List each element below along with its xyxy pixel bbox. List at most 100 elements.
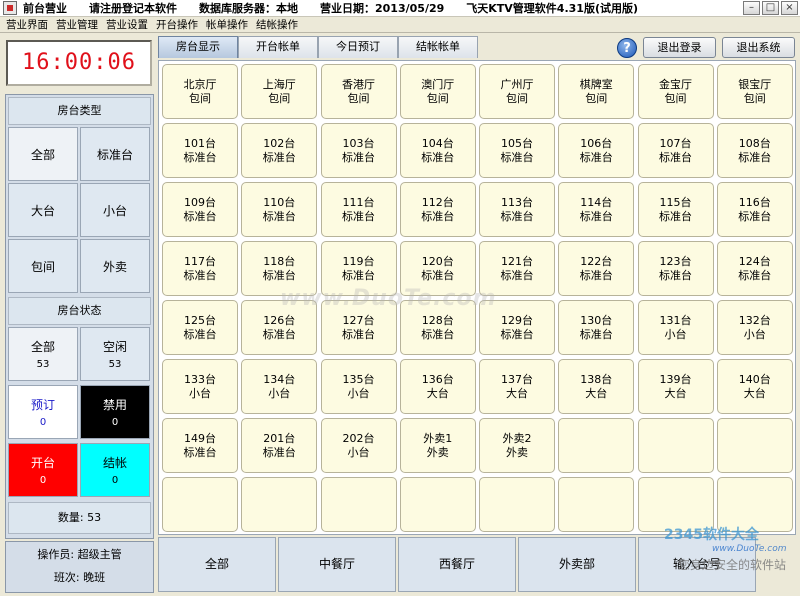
room-cell[interactable]: 102台 标准台	[241, 123, 318, 178]
room-cell[interactable]: 银宝厅 包间	[716, 64, 793, 119]
room-cell[interactable]: 104台 标准台	[399, 123, 476, 178]
enter-table-number-button[interactable]: 输入台号	[638, 537, 756, 592]
status-free-button[interactable]: 空闲 53	[80, 327, 150, 381]
room-cell[interactable]: 117台 标准台	[162, 241, 238, 296]
room-cell[interactable]: 118台 标准台	[241, 241, 318, 296]
menu-item-open-table[interactable]: 开台操作	[156, 17, 198, 32]
empty-room-cell[interactable]	[241, 477, 318, 532]
room-cell[interactable]: 121台 标准台	[479, 241, 555, 296]
empty-room-cell[interactable]	[558, 477, 635, 532]
minimize-icon[interactable]: –	[743, 1, 760, 15]
exit-button[interactable]: 退出系统	[722, 37, 795, 58]
tab-today-reservations[interactable]: 今日预订	[318, 36, 398, 58]
room-cell[interactable]: 107台 标准台	[637, 123, 714, 178]
tab-open-bills[interactable]: 开台帐单	[238, 36, 318, 58]
room-cell[interactable]: 112台 标准台	[399, 182, 476, 237]
room-cell[interactable]: 139台 大台	[637, 359, 714, 414]
title-mode: 前台营业	[23, 2, 67, 15]
menu-item-checkout[interactable]: 结帐操作	[256, 17, 298, 32]
empty-room-cell[interactable]	[320, 477, 397, 532]
room-cell[interactable]: 140台 大台	[716, 359, 793, 414]
room-type: 标准台	[262, 150, 296, 164]
room-type-private-button[interactable]: 包间	[8, 239, 78, 293]
empty-room-cell[interactable]	[558, 418, 635, 473]
room-cell[interactable]: 132台 小台	[716, 300, 793, 355]
room-cell[interactable]: 116台 标准台	[716, 182, 793, 237]
room-cell[interactable]: 122台 标准台	[558, 241, 635, 296]
tab-closed-bills[interactable]: 结帐帐单	[398, 36, 478, 58]
room-cell[interactable]: 103台 标准台	[320, 123, 397, 178]
room-cell[interactable]: 广州厅 包间	[479, 64, 555, 119]
room-cell[interactable]: 126台 标准台	[241, 300, 318, 355]
empty-room-cell[interactable]	[716, 477, 793, 532]
room-type-takeout-button[interactable]: 外卖	[80, 239, 150, 293]
empty-room-cell[interactable]	[716, 418, 793, 473]
empty-room-cell[interactable]	[399, 477, 476, 532]
room-type-small-button[interactable]: 小台	[80, 183, 150, 237]
room-cell[interactable]: 115台 标准台	[637, 182, 714, 237]
status-disabled-button[interactable]: 禁用 0	[80, 385, 150, 439]
room-cell[interactable]: 129台 标准台	[479, 300, 555, 355]
room-cell[interactable]: 106台 标准台	[558, 123, 635, 178]
area-all-button[interactable]: 全部	[158, 537, 276, 592]
room-cell[interactable]: 香港厅 包间	[320, 64, 397, 119]
room-cell[interactable]: 124台 标准台	[716, 241, 793, 296]
room-cell[interactable]: 135台 小台	[320, 359, 397, 414]
empty-room-cell[interactable]	[637, 418, 714, 473]
room-cell[interactable]: 108台 标准台	[716, 123, 793, 178]
status-all-button[interactable]: 全部 53	[8, 327, 78, 381]
room-cell[interactable]: 北京厅 包间	[162, 64, 238, 119]
room-cell[interactable]: 109台 标准台	[162, 182, 238, 237]
room-cell[interactable]: 澳门厅 包间	[399, 64, 476, 119]
room-type-all-button[interactable]: 全部	[8, 127, 78, 181]
room-type-standard-button[interactable]: 标准台	[80, 127, 150, 181]
room-cell[interactable]: 114台 标准台	[558, 182, 635, 237]
menu-item-business-manage[interactable]: 营业管理	[56, 17, 98, 32]
room-name: 金宝厅	[659, 77, 692, 91]
room-cell[interactable]: 上海厅 包间	[241, 64, 318, 119]
menu-item-bill[interactable]: 帐单操作	[206, 17, 248, 32]
area-takeout-button[interactable]: 外卖部	[518, 537, 636, 592]
room-cell[interactable]: 125台 标准台	[162, 300, 238, 355]
room-cell[interactable]: 113台 标准台	[479, 182, 555, 237]
room-type-large-button[interactable]: 大台	[8, 183, 78, 237]
room-cell[interactable]: 111台 标准台	[320, 182, 397, 237]
room-cell[interactable]: 123台 标准台	[637, 241, 714, 296]
close-icon[interactable]: ×	[781, 1, 798, 15]
tab-room-display[interactable]: 房台显示	[158, 36, 238, 58]
maximize-icon[interactable]: □	[762, 1, 779, 15]
room-cell[interactable]: 119台 标准台	[320, 241, 397, 296]
room-cell[interactable]: 138台 大台	[558, 359, 635, 414]
room-cell[interactable]: 127台 标准台	[320, 300, 397, 355]
menu-item-business-settings[interactable]: 营业设置	[106, 17, 148, 32]
room-cell[interactable]: 136台 大台	[399, 359, 476, 414]
room-cell[interactable]: 131台 小台	[637, 300, 714, 355]
room-cell[interactable]: 133台 小台	[162, 359, 238, 414]
room-cell[interactable]: 棋牌室 包间	[558, 64, 635, 119]
room-cell[interactable]: 101台 标准台	[162, 123, 238, 178]
menu-item-business-view[interactable]: 营业界面	[6, 17, 48, 32]
room-cell[interactable]: 130台 标准台	[558, 300, 635, 355]
status-open-button[interactable]: 开台 0	[8, 443, 78, 497]
room-cell[interactable]: 128台 标准台	[399, 300, 476, 355]
area-western-restaurant-button[interactable]: 西餐厅	[398, 537, 516, 592]
empty-room-cell[interactable]	[479, 477, 555, 532]
room-cell[interactable]: 110台 标准台	[241, 182, 318, 237]
room-cell[interactable]: 金宝厅 包间	[637, 64, 714, 119]
empty-room-cell[interactable]	[637, 477, 714, 532]
room-cell[interactable]: 137台 大台	[479, 359, 555, 414]
help-icon[interactable]: ?	[617, 37, 637, 58]
logout-button[interactable]: 退出登录	[643, 37, 716, 58]
room-cell[interactable]: 149台 标准台	[162, 418, 238, 473]
room-cell[interactable]: 120台 标准台	[399, 241, 476, 296]
empty-room-cell[interactable]	[162, 477, 238, 532]
room-cell[interactable]: 134台 小台	[241, 359, 318, 414]
room-cell[interactable]: 105台 标准台	[479, 123, 555, 178]
room-cell[interactable]: 202台 小台	[320, 418, 397, 473]
room-cell[interactable]: 外卖2 外卖	[479, 418, 555, 473]
status-reserved-button[interactable]: 预订 0	[8, 385, 78, 439]
area-chinese-restaurant-button[interactable]: 中餐厅	[278, 537, 396, 592]
room-cell[interactable]: 201台 标准台	[241, 418, 318, 473]
status-checkout-button[interactable]: 结帐 0	[80, 443, 150, 497]
room-cell[interactable]: 外卖1 外卖	[399, 418, 476, 473]
